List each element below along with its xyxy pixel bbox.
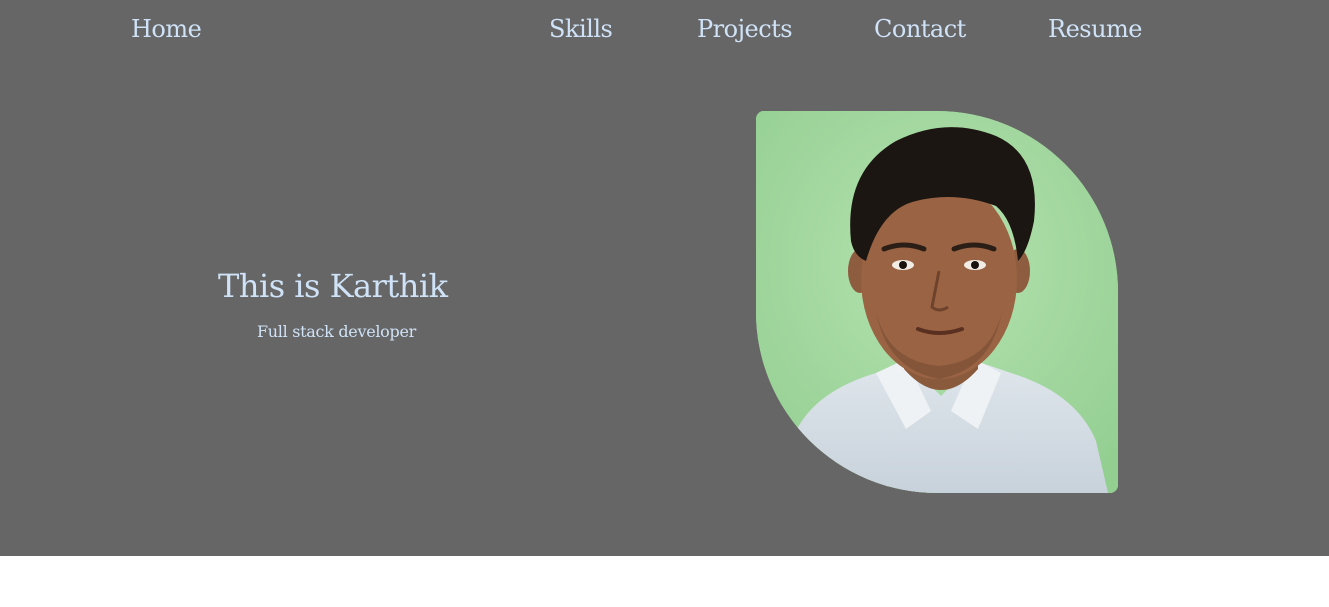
hero-subtitle: Full stack developer (257, 322, 416, 341)
hero-title: This is Karthik (218, 267, 448, 305)
nav-link-projects[interactable]: Projects (697, 12, 793, 46)
nav-link-home[interactable]: Home (131, 12, 202, 46)
nav-link-resume[interactable]: Resume (1048, 12, 1143, 46)
profile-photo-illustration (756, 111, 1118, 493)
hero-section: Home Skills Projects Contact Resume This… (0, 0, 1329, 556)
profile-photo (756, 111, 1118, 493)
nav-link-contact[interactable]: Contact (874, 12, 966, 46)
nav-link-skills[interactable]: Skills (549, 12, 613, 46)
